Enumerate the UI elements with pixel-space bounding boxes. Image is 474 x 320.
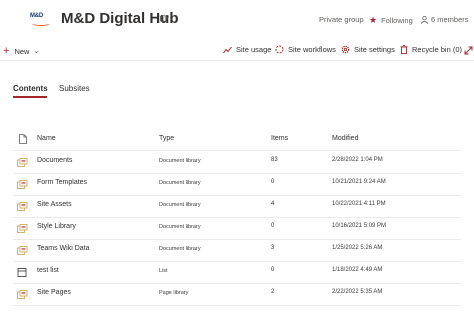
site-logo[interactable]: M&D [30, 10, 52, 28]
expand-icon[interactable] [464, 46, 473, 55]
table-row[interactable]: Teams Wiki Data Document library 3 1/25/… [13, 239, 461, 262]
row-type: Document library [159, 202, 201, 208]
row-items: 3 [271, 245, 275, 251]
group-privacy-label: Private group [319, 15, 364, 24]
row-modified: 2/28/2022 1:04 PM [332, 157, 383, 163]
chevron-down-icon: ⌄ [33, 48, 40, 55]
library-icon [17, 224, 28, 233]
row-type: Page library [159, 290, 189, 296]
tab-contents[interactable]: Contents [13, 84, 48, 93]
column-header-type[interactable]: Type [159, 135, 174, 142]
table-row[interactable]: Site Pages Page library 2 2/22/2022 5:35… [13, 283, 461, 306]
library-icon [17, 246, 28, 255]
row-type: Document library [159, 224, 201, 230]
table-row[interactable]: test list List 0 1/18/2022 4:49 AM [13, 261, 461, 284]
library-icon [17, 290, 28, 299]
row-items: 0 [271, 179, 275, 185]
row-type: Document library [159, 180, 201, 186]
svg-text:T: T [162, 16, 165, 21]
tab-subsites[interactable]: Subsites [59, 84, 90, 93]
plus-icon: + [3, 45, 10, 57]
row-name[interactable]: Teams Wiki Data [37, 245, 90, 252]
star-icon: ★ [369, 15, 378, 25]
row-name[interactable]: Style Library [37, 223, 76, 230]
library-icon [17, 202, 28, 211]
recycle-bin-button[interactable]: Recycle bin (0) [400, 45, 462, 54]
row-type: Document library [159, 158, 201, 164]
site-workflows-label: Site workflows [288, 45, 336, 54]
row-modified: 2/22/2022 5:35 AM [332, 289, 383, 295]
new-label: New [14, 46, 30, 56]
site-workflows-button[interactable]: Site workflows [275, 45, 336, 54]
tab-contents-underline [13, 96, 47, 98]
row-name[interactable]: Documents [37, 157, 72, 164]
site-settings-label: Site settings [354, 45, 395, 54]
logo-text: M&D [30, 13, 44, 19]
row-modified: 10/16/2021 5:09 PM [332, 223, 387, 229]
column-header-name[interactable]: Name [37, 135, 56, 142]
column-header-modified[interactable]: Modified [332, 135, 358, 142]
logo-swoosh [32, 21, 50, 26]
person-icon [421, 15, 428, 24]
row-modified: 1/25/2022 5:26 AM [332, 245, 383, 251]
members-label: 6 members [431, 15, 469, 24]
recycle-bin-label: Recycle bin (0) [412, 45, 463, 54]
chart-icon [223, 46, 232, 53]
table-row[interactable]: Site Assets Document library 4 10/22/202… [13, 195, 461, 218]
workflow-icon [275, 45, 284, 54]
list-icon [17, 268, 27, 277]
follow-button[interactable]: ★ Following [369, 15, 413, 26]
library-icon [17, 180, 28, 189]
members-button[interactable]: 6 members [421, 15, 469, 24]
teams-icon[interactable]: T [160, 14, 169, 23]
row-items: 2 [271, 289, 275, 295]
file-type-icon[interactable] [19, 134, 27, 144]
command-bar-divider [0, 60, 474, 61]
site-usage-label: Site usage [236, 45, 272, 54]
table-row[interactable]: Documents Document library 83 2/28/2022 … [13, 151, 461, 174]
row-modified: 1/18/2022 4:49 AM [332, 267, 383, 273]
row-items: 83 [271, 157, 278, 163]
table-row[interactable]: Style Library Document library 0 10/16/2… [13, 217, 461, 240]
column-header-items[interactable]: Items [271, 135, 288, 142]
row-modified: 10/21/2021 9:24 AM [332, 179, 386, 185]
gear-icon [341, 45, 350, 54]
new-button[interactable]: + New ⌄ [3, 45, 39, 57]
row-modified: 10/22/2021 4:11 PM [332, 201, 386, 207]
row-name[interactable]: test list [37, 267, 59, 274]
row-name[interactable]: Form Templates [37, 179, 87, 186]
site-usage-button[interactable]: Site usage [223, 45, 271, 54]
site-settings-button[interactable]: Site settings [341, 45, 395, 54]
row-items: 4 [271, 201, 275, 207]
row-type: Document library [159, 246, 201, 252]
row-name[interactable]: Site Assets [37, 201, 72, 208]
row-type: List [159, 268, 168, 274]
trash-icon [400, 45, 408, 54]
row-items: 0 [271, 223, 275, 229]
row-name[interactable]: Site Pages [37, 289, 71, 296]
row-items: 0 [271, 267, 275, 273]
library-icon [17, 158, 28, 167]
table-row[interactable]: Form Templates Document library 0 10/21/… [13, 173, 461, 196]
follow-label: Following [381, 16, 413, 25]
